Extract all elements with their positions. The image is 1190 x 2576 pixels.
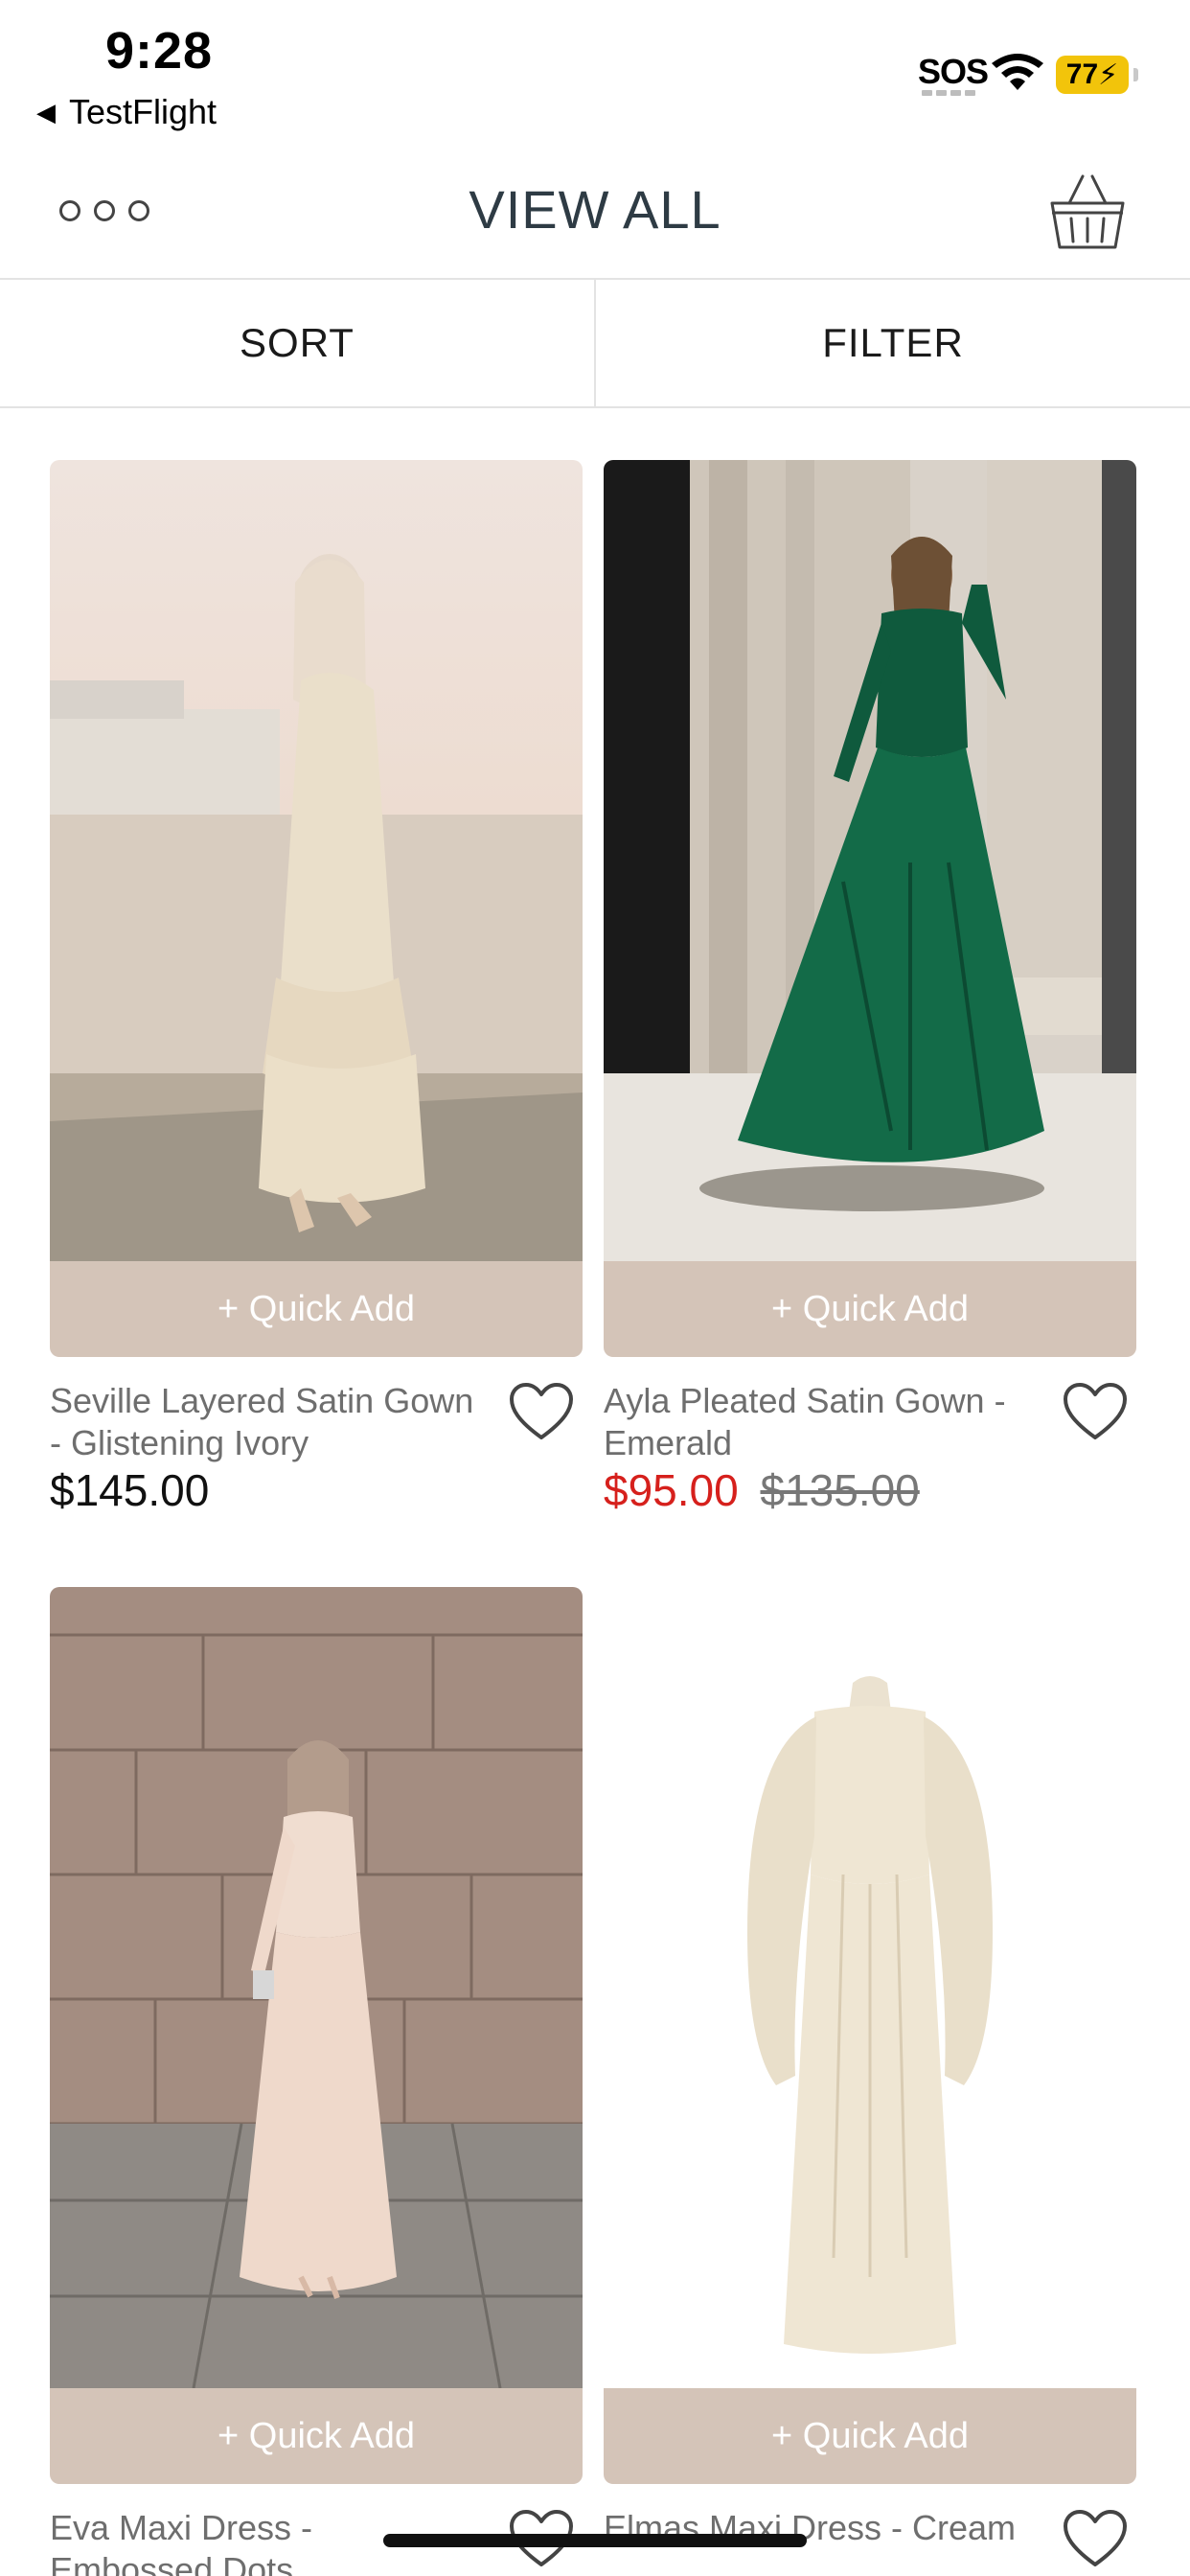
back-to-testflight-link[interactable]: ◀ TestFlight — [36, 92, 217, 132]
back-app-label: TestFlight — [69, 92, 217, 131]
back-triangle-icon: ◀ — [36, 97, 56, 126]
product-price: $95.00 $135.00 — [604, 1464, 920, 1516]
quick-add-button[interactable]: + Quick Add — [50, 2388, 583, 2484]
home-indicator[interactable] — [383, 2534, 807, 2547]
heart-icon[interactable] — [1062, 2509, 1129, 2570]
product-image[interactable] — [604, 1587, 1136, 2388]
filter-button[interactable]: FILTER — [596, 280, 1190, 406]
charging-bolt-icon: ⚡ — [1098, 58, 1119, 91]
quick-add-button[interactable]: + Quick Add — [604, 2388, 1136, 2484]
page-title: VIEW ALL — [469, 179, 721, 240]
heart-icon[interactable] — [508, 1382, 575, 1443]
sos-indicator: SOS — [918, 52, 989, 91]
app-header: VIEW ALL — [0, 144, 1190, 280]
quick-add-button[interactable]: + Quick Add — [604, 1261, 1136, 1357]
original-price: $135.00 — [760, 1465, 920, 1515]
quick-add-button[interactable]: + Quick Add — [50, 1261, 583, 1357]
shopping-basket-icon[interactable] — [1046, 171, 1129, 253]
product-name[interactable]: Seville Layered Satin Gown - Glistening … — [50, 1380, 481, 1464]
wifi-icon — [992, 54, 1043, 90]
product-image[interactable] — [50, 460, 583, 1261]
status-bar: 9:28 ◀ TestFlight SOS 77 ⚡ — [0, 0, 1190, 144]
heart-icon[interactable] — [1062, 1382, 1129, 1443]
status-time: 9:28 — [105, 22, 214, 80]
sale-price: $95.00 — [604, 1465, 739, 1515]
sort-button[interactable]: SORT — [0, 280, 596, 406]
battery-icon: 77 ⚡ — [1056, 56, 1138, 94]
signal-bars-icon — [922, 90, 975, 96]
battery-level: 77 — [1065, 58, 1099, 90]
product-image[interactable] — [50, 1587, 583, 2388]
sort-filter-bar: SORT FILTER — [0, 280, 1190, 408]
product-image[interactable] — [604, 460, 1136, 1261]
product-price: $145.00 — [50, 1464, 209, 1516]
regular-price: $145.00 — [50, 1465, 210, 1515]
product-name[interactable]: Ayla Pleated Satin Gown - Emerald — [604, 1380, 1035, 1464]
